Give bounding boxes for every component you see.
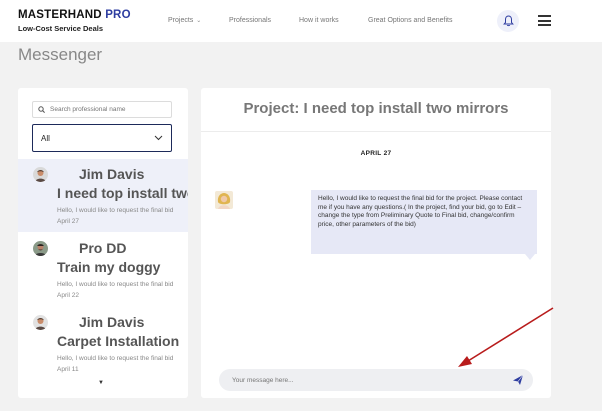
page-title: Messenger — [18, 45, 103, 64]
conversation-name: Jim Davis — [79, 166, 145, 182]
conversation-preview: Hello, I would like to request the final… — [57, 207, 174, 214]
date-divider: APRIL 27 — [360, 150, 392, 157]
nav-projects-label: Projects — [168, 17, 194, 24]
avatar — [33, 241, 48, 256]
notifications-button[interactable] — [497, 10, 519, 32]
conversation-date: April 22 — [57, 292, 80, 299]
filter-select-value: All — [41, 133, 50, 143]
top-header: MASTERHAND PRO Low-Cost Service Deals Pr… — [0, 0, 602, 42]
brand-accent: PRO — [105, 9, 131, 21]
conversation-name: Pro DD — [79, 240, 127, 256]
filter-select[interactable]: All — [32, 124, 172, 152]
conversation-name: Jim Davis — [79, 314, 145, 330]
message-input[interactable] — [232, 376, 502, 384]
nav-projects[interactable]: Projects ⌄ — [168, 17, 201, 24]
search-input[interactable] — [50, 106, 165, 113]
bell-icon — [502, 15, 514, 27]
message-bubble: Hello, I would like to request the final… — [311, 190, 537, 254]
conversation-project: Carpet Installation — [57, 333, 180, 349]
bubble-tail — [525, 254, 535, 260]
conversation-date: April 27 — [57, 218, 80, 225]
nav-how-it-works[interactable]: How it works — [299, 17, 339, 24]
chat-panel: Project: I need top install two mirrors … — [201, 88, 551, 398]
search-box[interactable] — [32, 101, 172, 118]
chevron-down-icon: ⌄ — [196, 18, 202, 24]
conversation-item[interactable]: Jim Davis Carpet Installation Hello, I w… — [18, 307, 188, 380]
chat-title: Project: I need top install two mirrors — [243, 100, 509, 117]
avatar — [33, 315, 48, 330]
search-icon — [38, 106, 45, 113]
message-composer — [219, 369, 533, 391]
nav-great-options[interactable]: Great Options and Benefits — [368, 17, 452, 24]
brand-name: MASTERHAND — [18, 9, 102, 21]
conversation-item[interactable]: Jim Davis I need top install two mirrors… — [18, 159, 188, 232]
avatar — [33, 167, 48, 182]
conversation-item[interactable]: Pro DD Train my doggy Hello, I would lik… — [18, 233, 188, 306]
send-icon[interactable] — [512, 374, 524, 386]
conversation-project: I need top install two mirrors — [57, 185, 188, 201]
chat-divider — [201, 131, 551, 132]
conversation-preview: Hello, I would like to request the final… — [57, 355, 174, 362]
brand-tagline: Low-Cost Service Deals — [18, 24, 104, 33]
chevron-down-icon — [154, 135, 163, 141]
nav-professionals[interactable]: Professionals — [229, 17, 271, 24]
conversation-project: Train my doggy — [57, 259, 161, 275]
avatar — [215, 191, 233, 209]
conversation-date: April 11 — [57, 366, 79, 373]
hamburger-icon[interactable] — [538, 15, 551, 26]
scroll-down-caret-icon[interactable]: ▼ — [98, 380, 104, 386]
conversation-preview: Hello, I would like to request the final… — [57, 281, 174, 288]
conversation-list-panel: All Jim Davis I need top install two mir… — [18, 88, 188, 398]
brand-logo[interactable]: MASTERHAND PRO — [18, 9, 131, 21]
